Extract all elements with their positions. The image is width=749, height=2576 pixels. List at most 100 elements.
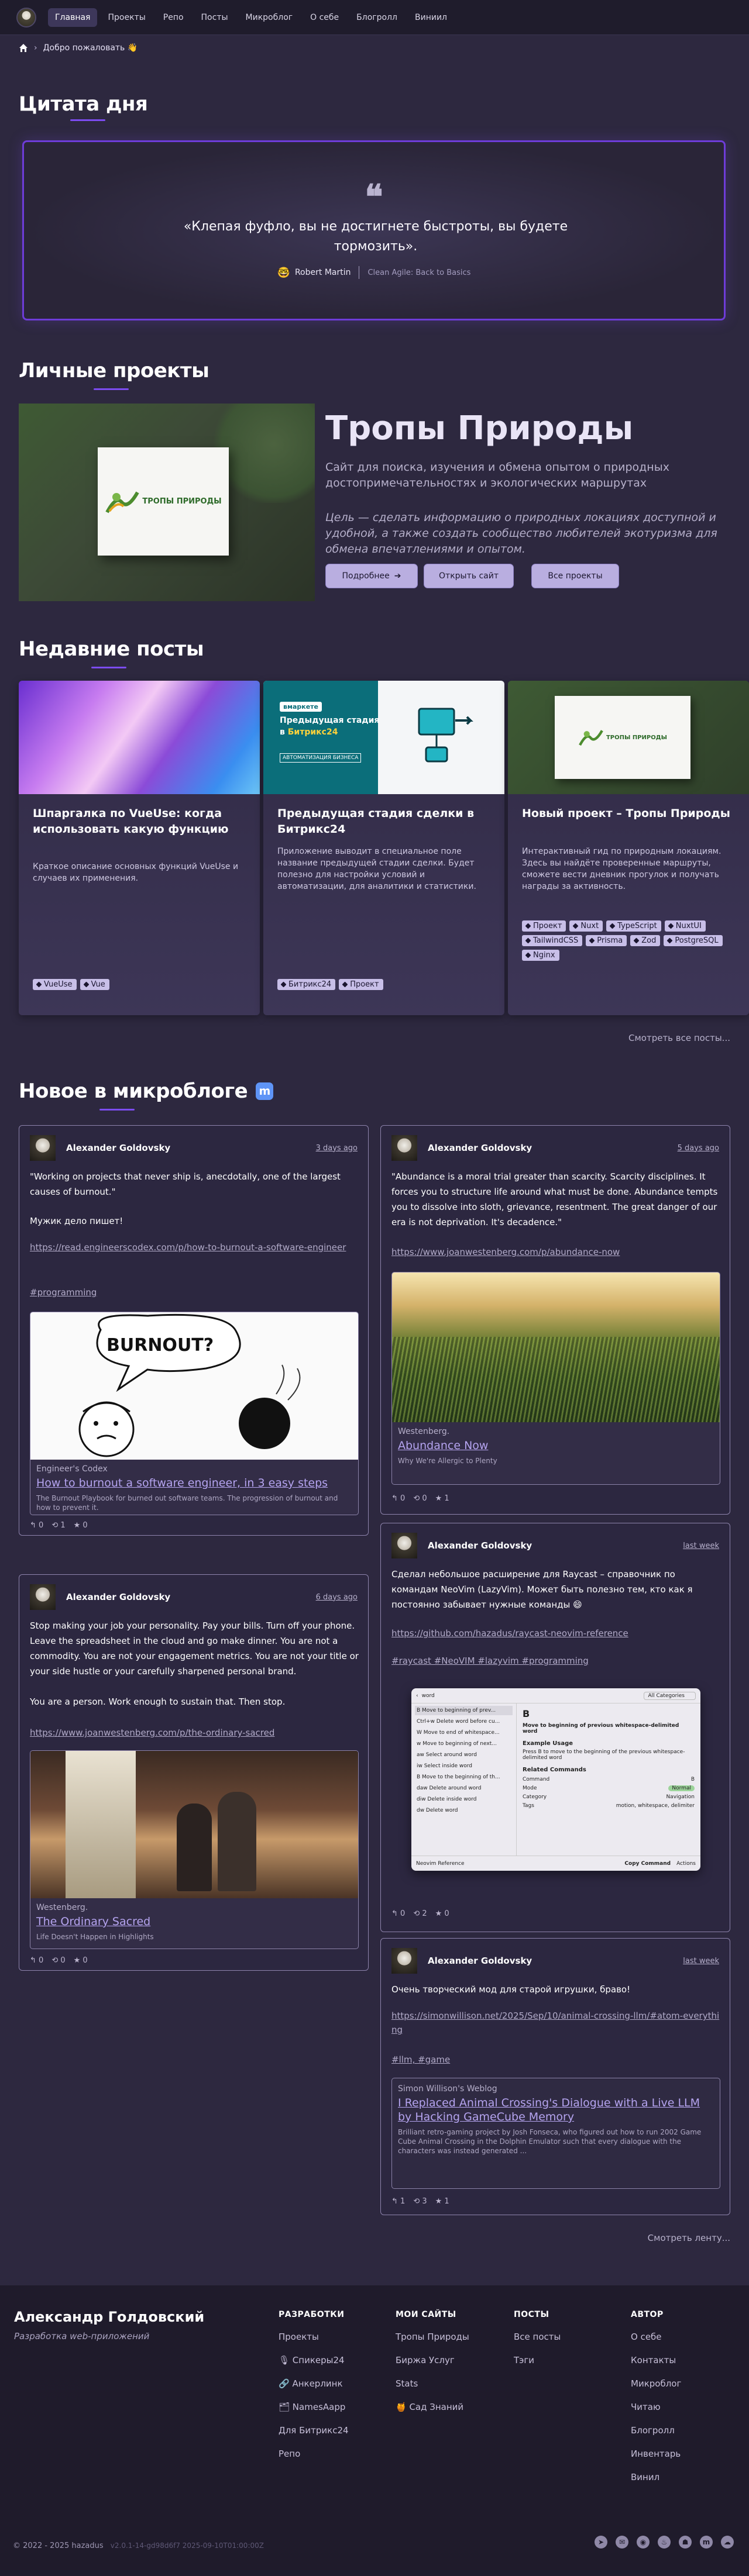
post-title[interactable]: Предыдущая стадия сделки в Битрикс24 [277, 806, 494, 837]
star-icon[interactable]: ★ 1 [435, 2197, 449, 2206]
tag[interactable]: PostgreSQL [664, 935, 723, 946]
avatar[interactable] [30, 1584, 56, 1610]
project-image[interactable]: ТРОПЫ ПРИРОДЫ [19, 404, 315, 601]
site-avatar[interactable] [16, 7, 36, 27]
boost-icon[interactable]: ⟲ 0 [51, 1956, 65, 1965]
micro-hashtags[interactable]: #programming [30, 1285, 97, 1300]
footer-link[interactable]: Инвентарь [631, 2448, 681, 2460]
avatar[interactable] [30, 1135, 56, 1161]
preview-title[interactable]: The Ordinary Sacred [36, 1915, 352, 1929]
reply-icon[interactable]: ↰ 0 [391, 1909, 405, 1918]
tag[interactable]: Prisma [586, 935, 627, 946]
micro-author[interactable]: Alexander Goldovsky [66, 1143, 316, 1153]
footer-link[interactable]: Блогролл [631, 2425, 681, 2436]
tag[interactable]: TypeScript [606, 920, 661, 932]
link-preview[interactable]: Simon Willison's Weblog I Replaced Anima… [391, 2078, 720, 2189]
reply-icon[interactable]: ↰ 0 [391, 1494, 405, 1503]
footer-link[interactable]: Тропы Природы [396, 2331, 469, 2343]
boost-icon[interactable]: ⟲ 0 [413, 1494, 427, 1503]
tag[interactable]: TailwindCSS [522, 935, 583, 946]
nav-blogroll[interactable]: Блогролл [349, 8, 404, 27]
telegram-icon[interactable]: ➤ [595, 2536, 607, 2549]
micro-date[interactable]: last week [683, 1542, 719, 1550]
link-preview[interactable]: Westenberg. The Ordinary Sacred Life Doe… [30, 1750, 359, 1949]
link-preview[interactable]: BURNOUT? Engineer's Codex How to burnout… [30, 1312, 359, 1515]
preview-title[interactable]: I Replaced Animal Crossing's Dialogue wi… [398, 2096, 714, 2124]
micro-author[interactable]: Alexander Goldovsky [66, 1592, 316, 1602]
link-preview[interactable]: Westenberg. Abundance Now Why We're Alle… [391, 1272, 720, 1485]
star-icon[interactable]: ★ 1 [435, 1494, 449, 1503]
tag[interactable]: VueUse [33, 979, 77, 990]
footer-link[interactable]: Биржа Услуг [396, 2354, 469, 2366]
micro-date[interactable]: last week [683, 1957, 719, 1965]
post-title[interactable]: Шпаргалка по VueUse: когда использовать … [33, 806, 249, 837]
footer-link[interactable]: О себе [631, 2331, 681, 2343]
nav-vinyl[interactable]: Виниил [408, 8, 454, 27]
reply-icon[interactable]: ↰ 0 [30, 1956, 43, 1965]
footer-link[interactable]: Микроблог [631, 2378, 681, 2389]
footer-link[interactable]: Винил [631, 2471, 681, 2483]
nav-projects[interactable]: Проекты [101, 8, 152, 27]
micro-author[interactable]: Alexander Goldovsky [428, 1143, 678, 1153]
open-site-button[interactable]: Открыть сайт [424, 564, 514, 588]
micro-link[interactable]: https://www.joanwestenberg.com/p/abundan… [391, 1245, 720, 1259]
micro-link[interactable]: https://www.joanwestenberg.com/p/the-ord… [30, 1726, 359, 1740]
post-title[interactable]: Новый проект – Тропы Природы [522, 806, 738, 822]
mastodon-icon[interactable]: m [700, 2536, 713, 2549]
nav-microblog[interactable]: Микроблог [239, 8, 300, 27]
star-icon[interactable]: ★ 0 [435, 1909, 449, 1918]
micro-hashtags[interactable]: #llm, #game [391, 2052, 450, 2067]
micro-date[interactable]: 5 days ago [678, 1144, 719, 1153]
tag[interactable]: Проект [522, 920, 566, 932]
nav-repo[interactable]: Репо [156, 8, 191, 27]
nav-about[interactable]: О себе [303, 8, 346, 27]
footer-link[interactable]: Все посты [514, 2331, 561, 2343]
micro-author[interactable]: Alexander Goldovsky [428, 1540, 683, 1551]
preview-title[interactable]: How to burnout a software engineer, in 3… [36, 1476, 352, 1490]
micro-author[interactable]: Alexander Goldovsky [428, 1956, 683, 1966]
avatar[interactable] [391, 1135, 417, 1161]
gitea-icon[interactable]: ♨ [658, 2536, 671, 2549]
see-feed-link[interactable]: Смотреть ленту... [648, 2233, 730, 2243]
footer-link[interactable]: Тэги [514, 2354, 561, 2366]
boost-icon[interactable]: ⟲ 3 [413, 2197, 427, 2206]
star-icon[interactable]: ★ 0 [74, 1956, 88, 1965]
footer-link[interactable]: Репо [279, 2448, 349, 2460]
footer-link[interactable]: Stats [396, 2378, 469, 2389]
project-more-button[interactable]: Подробнее ➔ [325, 564, 418, 588]
speech-bubble-icon[interactable]: ☗ [679, 2536, 692, 2549]
tag[interactable]: Nginx [522, 950, 559, 961]
reply-icon[interactable]: ↰ 1 [391, 2197, 405, 2206]
github-icon[interactable]: ◉ [637, 2536, 650, 2549]
boost-icon[interactable]: ⟲ 2 [413, 1909, 427, 1918]
star-icon[interactable]: ★ 0 [74, 1521, 88, 1530]
footer-link[interactable]: Контакты [631, 2354, 681, 2366]
avatar[interactable] [391, 1533, 417, 1558]
footer-link[interactable]: 🗂 NamesAapp [279, 2401, 349, 2413]
nav-home[interactable]: Главная [48, 8, 98, 27]
footer-link[interactable]: Читаю [631, 2401, 681, 2413]
micro-link[interactable]: https://read.engineerscodex.com/p/how-to… [30, 1240, 359, 1254]
preview-title[interactable]: Abundance Now [398, 1439, 714, 1453]
footer-link[interactable]: 🎙 Спикеры24 [279, 2354, 349, 2366]
tag[interactable]: Vue [80, 979, 109, 990]
footer-link[interactable]: 🍯 Сад Знаний [396, 2401, 469, 2413]
boost-icon[interactable]: ⟲ 1 [51, 1521, 65, 1530]
see-all-posts-link[interactable]: Смотреть все посты... [628, 1033, 730, 1043]
post-card[interactable]: вмаркете Предыдущая стадия в Битрикс24 А… [263, 681, 504, 1015]
post-card[interactable]: Шпаргалка по VueUse: когда использовать … [19, 681, 260, 1015]
all-projects-button[interactable]: Все проекты [531, 564, 619, 588]
footer-link[interactable]: Для Битрикс24 [279, 2425, 349, 2436]
micro-hashtags[interactable]: #raycast #NeoVIM #lazyvim #programming [391, 1653, 720, 1668]
nav-posts[interactable]: Посты [194, 8, 235, 27]
micro-link[interactable]: https://github.com/hazadus/raycast-neovi… [391, 1626, 720, 1640]
tag[interactable]: Zod [630, 935, 661, 946]
mastodon-icon[interactable]: m [256, 1082, 274, 1100]
home-icon[interactable] [19, 43, 28, 53]
micro-date[interactable]: 6 days ago [316, 1593, 358, 1602]
tag[interactable]: Проект [339, 979, 383, 990]
email-icon[interactable]: ✉ [616, 2536, 628, 2549]
micro-date[interactable]: 3 days ago [316, 1144, 358, 1153]
avatar[interactable] [391, 1948, 417, 1974]
footer-link[interactable]: 🔗 Анкерлинк [279, 2378, 349, 2389]
